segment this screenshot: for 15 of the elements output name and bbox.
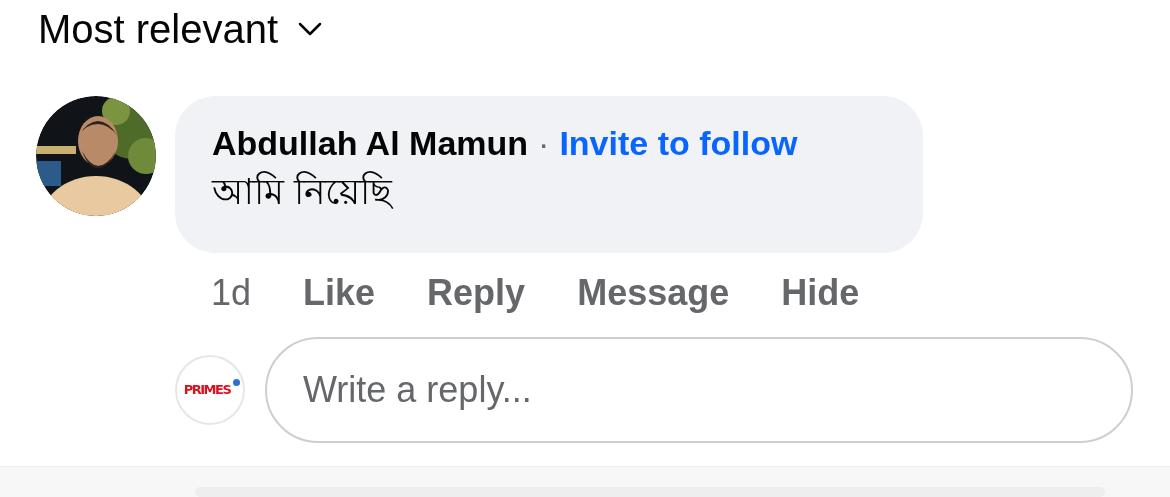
action-link[interactable]: Hide (781, 266, 860, 320)
comment-text: আমি নিয়েছি (212, 170, 394, 214)
invite-to-follow-link[interactable]: Invite to follow (559, 122, 798, 164)
reply-field[interactable]: Write a reply... (265, 337, 1133, 443)
chevron-down-icon[interactable] (298, 22, 323, 36)
separator: · (538, 123, 550, 164)
author-name[interactable]: Abdullah Al Mamun (212, 122, 529, 164)
badge-icon (233, 379, 240, 386)
avatar-logo-text: PRIMES (183, 381, 231, 400)
action-link[interactable]: Like (303, 266, 376, 320)
action-link[interactable]: Message (577, 266, 730, 320)
page-avatar[interactable]: PRIMES (175, 355, 245, 425)
sort-label[interactable]: Most relevant (38, 9, 279, 49)
comment-time: 1d (211, 271, 252, 315)
action-link[interactable]: Reply (427, 266, 526, 320)
